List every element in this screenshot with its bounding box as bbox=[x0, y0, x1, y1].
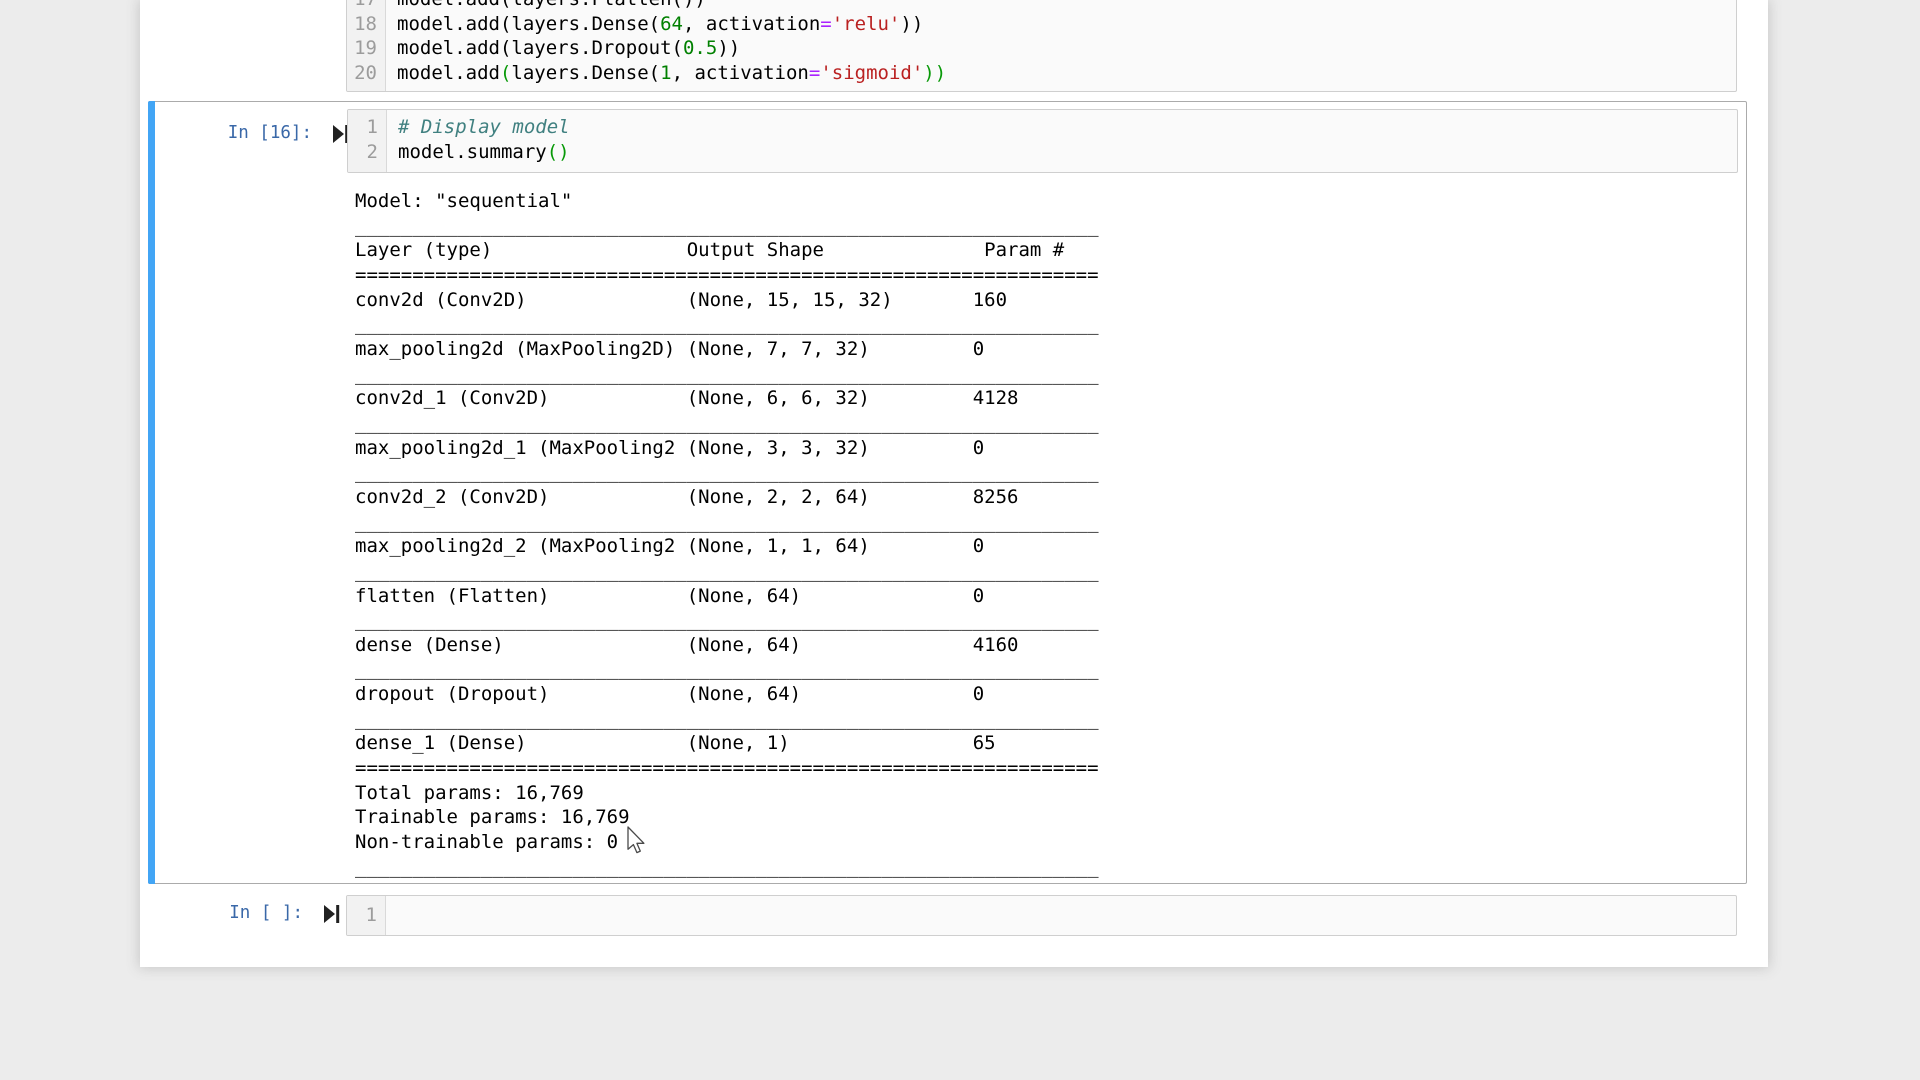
page: { "colors": { "page_bg": "#ececec", "con… bbox=[0, 0, 1920, 1080]
code-text: model.add(layers.Dense(1, activation='si… bbox=[386, 61, 946, 86]
active-code-cell[interactable]: In [16]: 1# Display model2model.summary(… bbox=[148, 101, 1747, 884]
code-text: model.add(layers.Dropout(0.5)) bbox=[386, 36, 740, 61]
input-prompt: In [ ]: bbox=[140, 901, 303, 926]
code-line: 18model.add(layers.Dense(64, activation=… bbox=[347, 12, 1736, 37]
code-line: 2model.summary() bbox=[348, 140, 1737, 165]
code-line: 1# Display model bbox=[348, 115, 1737, 140]
empty-cell-editor[interactable]: 1 bbox=[346, 895, 1737, 936]
notebook-container: 17model.add(layers.Flatten())18model.add… bbox=[140, 0, 1768, 967]
code-line: 17model.add(layers.Flatten()) bbox=[347, 0, 1736, 12]
active-cell-editor[interactable]: 1# Display model2model.summary() bbox=[347, 109, 1738, 173]
code-cell-top-editor[interactable]: 17model.add(layers.Flatten())18model.add… bbox=[346, 0, 1737, 92]
editor-lines: 1 bbox=[347, 896, 1736, 935]
run-cell-icon bbox=[323, 903, 341, 925]
line-number: 19 bbox=[347, 36, 386, 61]
output-pre: Model: "sequential" ____________________… bbox=[355, 189, 1099, 879]
line-number: 1 bbox=[348, 115, 387, 140]
code-text: # Display model bbox=[387, 115, 570, 140]
code-text: model.add(layers.Dense(64, activation='r… bbox=[386, 12, 923, 37]
code-line: 20model.add(layers.Dense(1, activation='… bbox=[347, 61, 1736, 86]
line-number: 18 bbox=[347, 12, 386, 37]
code-text bbox=[386, 903, 397, 928]
line-number: 1 bbox=[347, 903, 386, 928]
code-line: 19model.add(layers.Dropout(0.5)) bbox=[347, 36, 1736, 61]
line-number: 17 bbox=[347, 0, 386, 12]
editor-lines: 17model.add(layers.Flatten())18model.add… bbox=[347, 0, 1736, 91]
line-number: 2 bbox=[348, 140, 387, 165]
input-prompt: In [16]: bbox=[149, 121, 312, 146]
run-cell-button[interactable] bbox=[323, 903, 341, 925]
code-line: 1 bbox=[347, 903, 1736, 928]
editor-lines: 1# Display model2model.summary() bbox=[348, 110, 1737, 169]
line-number: 20 bbox=[347, 61, 386, 86]
code-text: model.summary() bbox=[387, 140, 570, 165]
code-text: model.add(layers.Flatten()) bbox=[386, 0, 706, 12]
